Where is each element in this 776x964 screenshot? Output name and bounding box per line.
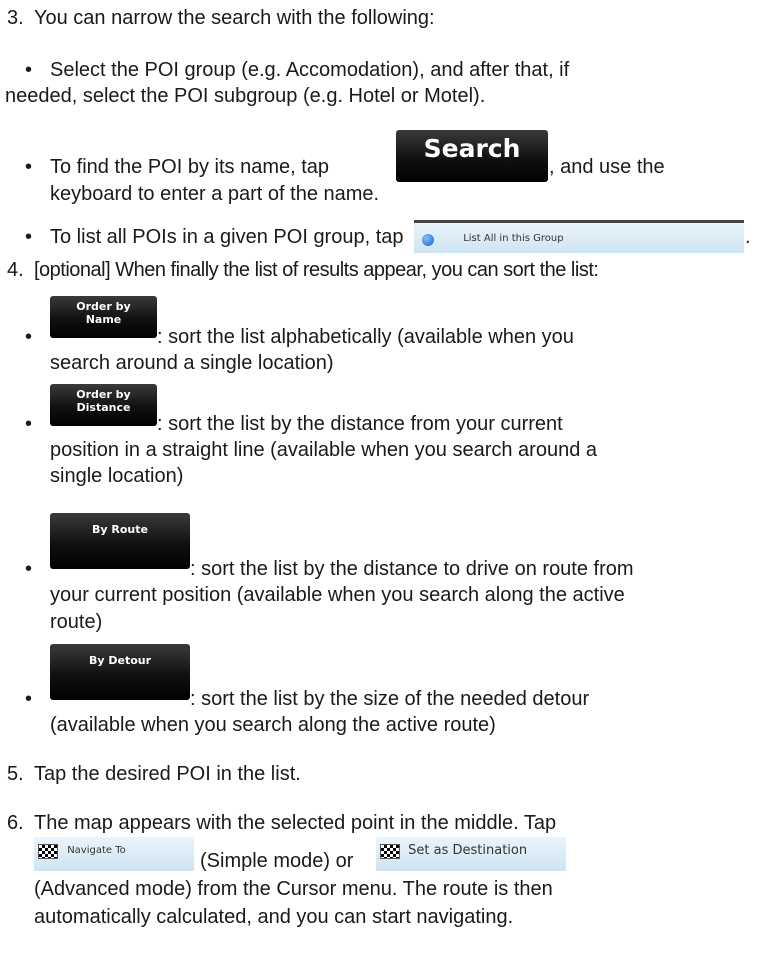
step-3-bullet-2-line-2: keyboard to enter a part of the name. [50,183,380,205]
step-3-bullet-2-pre: To find the POI by its name, tap [50,156,330,178]
order-by-name-button[interactable]: Order by Name [50,296,157,338]
search-button[interactable]: Search [396,130,548,182]
search-button-label: Search [423,134,521,163]
bullet: • [25,413,33,435]
bullet: • [25,558,33,580]
order-by-distance-desc: : sort the list by the distance from you… [157,413,563,435]
step-number-4: 4. [7,259,24,281]
by-detour-button[interactable]: By Detour [50,644,190,700]
poi-group-icon [422,233,434,246]
step-3-bullet-1-line-2: needed, select the POI subgroup (e.g. Ho… [5,85,486,107]
by-route-label: By Route [92,523,148,536]
step-number-5: 5. [7,763,24,785]
step-6-line-3: (Advanced mode) from the Cursor menu. Th… [34,878,553,900]
by-route-desc-line-3: route) [50,611,103,633]
order-by-distance-button[interactable]: Order by Distance [50,384,157,426]
by-detour-desc: : sort the list by the size of the neede… [190,688,590,710]
by-detour-label: By Detour [88,654,152,667]
step-6-line-1: The map appears with the selected point … [34,812,557,834]
bullet: • [25,156,33,178]
order-by-distance-label-2: Distance [76,401,131,414]
order-by-name-desc-line-2: search around a single location) [50,352,334,374]
set-as-destination-button[interactable]: Set as Destination [376,837,566,871]
step-4-text: [optional] When finally the list of resu… [34,259,599,281]
step-6-simple-mode: (Simple mode) or [200,850,354,872]
set-as-destination-label: Set as Destination [408,843,528,858]
bullet: • [25,688,33,710]
list-all-in-group-label: List All in this Group [463,233,564,244]
step-3-bullet-2-post: , and use the [549,156,665,178]
list-all-in-group-button[interactable]: List All in this Group [414,220,744,253]
step-3-bullet-3-pre: To list all POIs in a given POI group, t… [50,226,404,248]
step-3-text: You can narrow the search with the follo… [34,7,435,29]
order-by-name-label-1: Order by [76,300,131,313]
by-route-desc: : sort the list by the distance to drive… [190,558,634,580]
order-by-distance-desc-line-2: position in a straight line (available w… [50,439,598,461]
step-3-bullet-3-post: . [745,226,751,248]
by-route-desc-line-2: your current position (available when yo… [50,584,625,606]
step-5-text: Tap the desired POI in the list. [34,763,301,785]
by-route-button[interactable]: By Route [50,513,190,569]
step-number-6: 6. [7,812,24,834]
order-by-name-desc: : sort the list alphabetically (availabl… [157,326,574,348]
order-by-name-label-2: Name [85,313,122,326]
order-by-distance-desc-line-3: single location) [50,465,184,487]
step-3-bullet-1-line-1: Select the POI group (e.g. Accomodation)… [50,59,570,81]
bullet: • [25,326,33,348]
by-detour-desc-line-2: (available when you search along the act… [50,714,496,736]
bullet: • [25,226,33,248]
step-6-line-4: automatically calculated, and you can st… [34,906,514,928]
step-number-3: 3. [7,7,24,29]
order-by-distance-label-1: Order by [76,388,131,401]
checkered-flag-icon [380,844,400,859]
navigate-to-button[interactable]: Navigate To [34,837,194,871]
checkered-flag-icon [38,843,58,859]
navigate-to-label: Navigate To [67,845,126,856]
bullet: • [25,59,33,81]
